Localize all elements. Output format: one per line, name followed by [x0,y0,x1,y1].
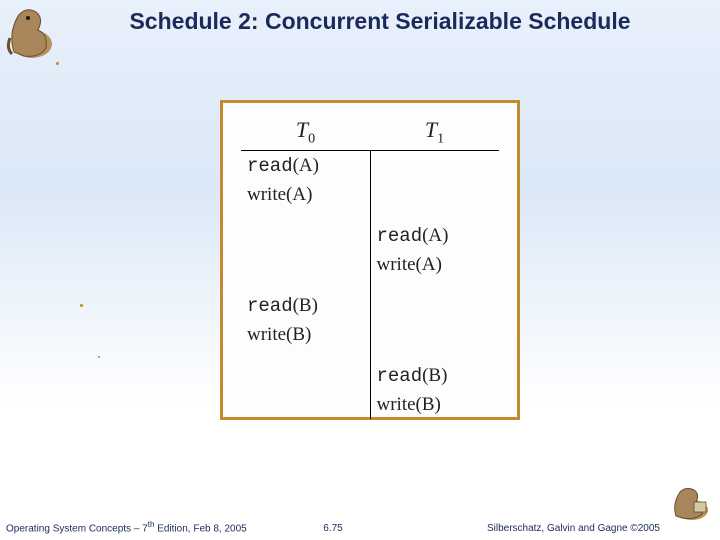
schedule-rows: read(A) write(A) read(A) write(A) read(B… [241,151,499,419]
schedule-header-row: T0 T1 [241,117,499,151]
bullet-dot [56,62,59,65]
footer-right: Silberschatz, Galvin and Gagne ©2005 [343,523,714,534]
table-row: read(B) [241,361,499,390]
dinosaur-logo-bottom-right [668,482,712,522]
table-row: read(A) [241,221,499,250]
col-header-t0: T0 [241,117,370,147]
slide-footer: Operating System Concepts – 7th Edition,… [6,520,714,534]
table-row [241,279,499,291]
col-header-t1: T1 [370,117,499,147]
table-row: write(A) [241,180,499,209]
schedule-table-frame: T0 T1 read(A) write(A) read(A) write(A) … [220,100,520,420]
footer-left: Operating System Concepts – 7th Edition,… [6,520,323,534]
slide-title: Schedule 2: Concurrent Serializable Sche… [0,8,720,35]
schedule-table: T0 T1 read(A) write(A) read(A) write(A) … [241,117,499,419]
footer-page-number: 6.75 [323,523,342,534]
table-row [241,349,499,361]
bullet-dot [98,356,100,358]
table-row: read(B) [241,291,499,320]
table-row [241,209,499,221]
table-row: write(A) [241,250,499,279]
table-row: read(A) [241,151,499,180]
bullet-dot [80,304,83,307]
table-row: write(B) [241,390,499,419]
table-row: write(B) [241,320,499,349]
